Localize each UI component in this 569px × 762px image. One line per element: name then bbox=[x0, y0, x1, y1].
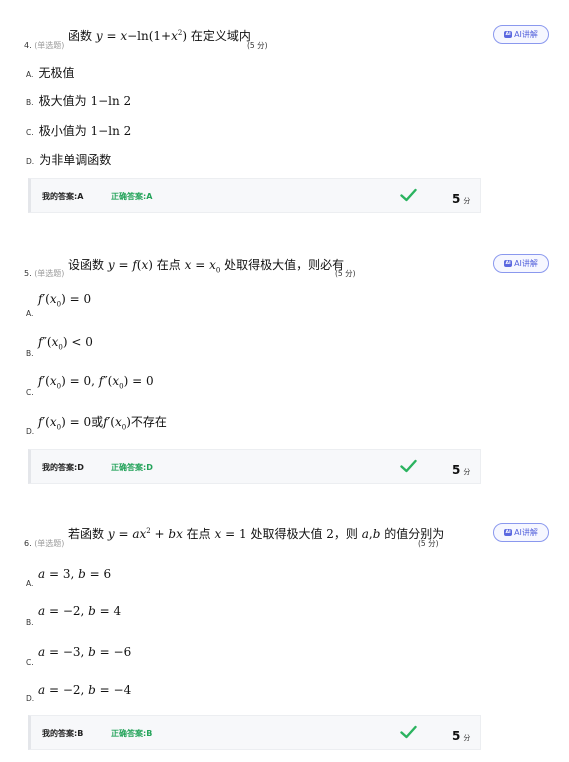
question-type: (单选题) bbox=[34, 41, 65, 50]
option-a-key: A. bbox=[26, 579, 34, 588]
option-c: a = −3, b = −6 bbox=[38, 645, 132, 659]
my-answer: 我的答案:A bbox=[42, 192, 84, 201]
question-score: (5 分) bbox=[247, 41, 268, 50]
option-d: a = −2, b = −4 bbox=[38, 683, 132, 697]
points-earned: 5分 bbox=[452, 729, 471, 743]
my-answer: 我的答案:D bbox=[42, 463, 84, 472]
option-b: B. 极大值为 1−ln 2 bbox=[26, 94, 132, 108]
option-b: f″(x0) < 0 bbox=[38, 335, 93, 352]
question-stem: 若函数 y = ax2 + bx 在点 x = 1 处取得极大值 2，则 a,b… bbox=[68, 527, 445, 541]
ai-explain-button[interactable]: AI AI讲解 bbox=[493, 254, 549, 273]
ai-icon: AI bbox=[504, 260, 513, 267]
question-type: (单选题) bbox=[34, 269, 65, 278]
points-earned: 5分 bbox=[452, 192, 471, 206]
ai-explain-button[interactable]: AI AI讲解 bbox=[493, 523, 549, 542]
question-stem: 设函数 y = f(x) 在点 x = x0 处取得极大值，则必有 bbox=[68, 258, 345, 275]
correct-answer: 正确答案:A bbox=[111, 192, 153, 201]
option-c: f′(x0) = 0, f″(x0) = 0 bbox=[38, 374, 154, 391]
option-b: a = −2, b = 4 bbox=[38, 604, 122, 618]
option-c: C. 极小值为 1−ln 2 bbox=[26, 124, 132, 138]
check-icon bbox=[400, 459, 417, 473]
option-d: f′(x0) = 0或f′(x0)不存在 bbox=[38, 415, 167, 432]
answer-panel: 我的答案:D 正确答案:D 5分 bbox=[28, 449, 481, 484]
question-number: 5. (单选题) bbox=[24, 269, 65, 278]
question-type: (单选题) bbox=[34, 539, 65, 548]
question-score: (5 分) bbox=[335, 269, 356, 278]
ai-explain-button[interactable]: AI AI讲解 bbox=[493, 25, 549, 44]
option-d-key: D. bbox=[26, 694, 35, 703]
ai-icon: AI bbox=[504, 31, 513, 38]
check-icon bbox=[400, 188, 417, 202]
points-earned: 5分 bbox=[452, 463, 471, 477]
correct-answer: 正确答案:B bbox=[111, 729, 153, 738]
correct-answer: 正确答案:D bbox=[111, 463, 153, 472]
option-a: A. 无极值 bbox=[26, 66, 75, 80]
answer-panel: 我的答案:A 正确答案:A 5分 bbox=[28, 178, 481, 213]
question-number: 4. (单选题) bbox=[24, 41, 65, 50]
option-b-key: B. bbox=[26, 349, 34, 358]
option-b-key: B. bbox=[26, 618, 34, 627]
option-a: a = 3, b = 6 bbox=[38, 567, 112, 581]
question-number: 6. (单选题) bbox=[24, 539, 65, 548]
option-c-key: C. bbox=[26, 388, 34, 397]
check-icon bbox=[400, 725, 417, 739]
question-stem: 函数 y = x−ln(1+x2) 在定义域内 bbox=[68, 29, 251, 43]
ai-icon: AI bbox=[504, 529, 513, 536]
option-a: f′(x0) = 0 bbox=[38, 292, 92, 309]
option-d: D. 为非单调函数 bbox=[26, 153, 112, 167]
question-score: (5 分) bbox=[418, 539, 439, 548]
answer-panel: 我的答案:B 正确答案:B 5分 bbox=[28, 715, 481, 750]
option-d-key: D. bbox=[26, 427, 35, 436]
option-a-key: A. bbox=[26, 309, 34, 318]
option-c-key: C. bbox=[26, 658, 34, 667]
my-answer: 我的答案:B bbox=[42, 729, 84, 738]
